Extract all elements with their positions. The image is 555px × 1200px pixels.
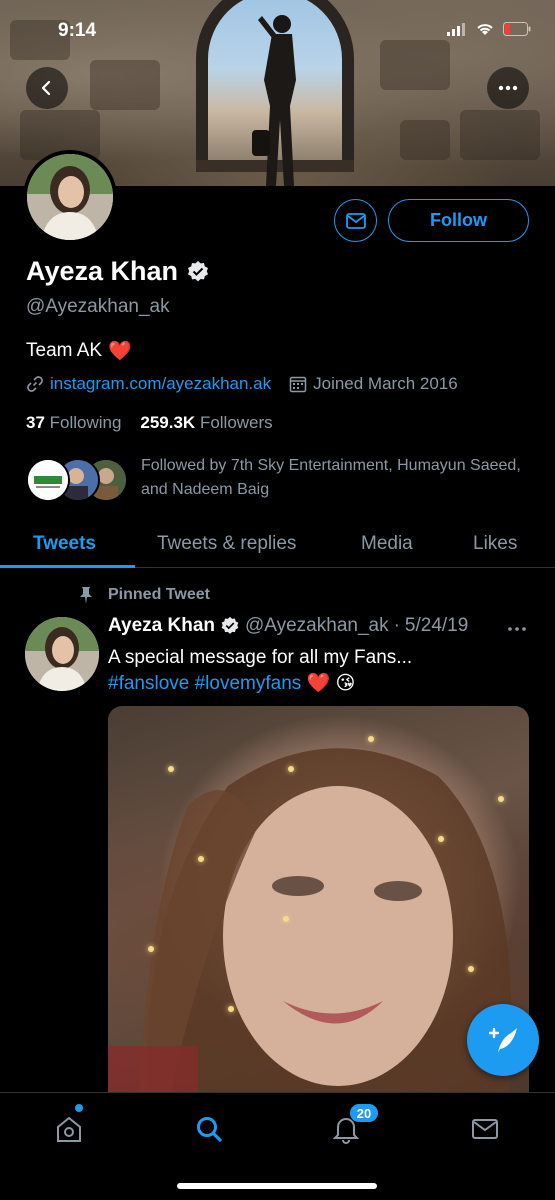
follower-avatar-7thsky: [26, 458, 70, 502]
following-label: Following: [49, 413, 122, 432]
signal-icon: [447, 23, 465, 36]
banner-stone: [400, 120, 450, 160]
profile-name-row: Ayeza Khan: [26, 256, 210, 287]
sparkle: [438, 836, 444, 842]
profile-joined: Joined March 2016: [313, 374, 458, 393]
following-count: 37: [26, 413, 45, 432]
sparkle: [283, 916, 289, 922]
profile-tabs: Tweets Tweets & replies Media Likes: [0, 520, 555, 568]
tweet-author-avatar[interactable]: [25, 617, 99, 691]
tweet-hashtags[interactable]: #fanslove #lovemyfans: [108, 673, 301, 694]
tab-likes[interactable]: Likes: [473, 520, 517, 568]
battery-icon: [503, 22, 531, 36]
wifi-icon: [477, 24, 493, 35]
status-icons: [447, 22, 531, 36]
sparkle: [288, 766, 294, 772]
banner-person-silhouette: [252, 15, 296, 186]
profile-avatar[interactable]: [23, 150, 117, 244]
banner-stone: [380, 40, 450, 90]
tweet-dot: ·: [393, 615, 400, 636]
bio-emoji: ❤️: [108, 341, 132, 362]
profile-bio: Team AK ❤️: [26, 339, 132, 363]
pinned-indicator: Pinned Tweet: [76, 585, 210, 605]
tweet-author-handle: @Ayezakhan_ak: [245, 615, 389, 636]
followers-count: 259.3K: [140, 413, 196, 432]
link-icon: [27, 376, 43, 392]
tweet-date: 5/24/19: [404, 615, 469, 636]
more-icon: [508, 627, 526, 631]
calendar-icon: [289, 376, 307, 393]
followed-by-text[interactable]: Followed by 7th Sky Entertainment, Humay…: [141, 454, 541, 502]
tab-media[interactable]: Media: [361, 520, 413, 568]
bio-text: Team AK: [26, 340, 103, 361]
sparkle: [198, 856, 204, 862]
profile-name: Ayeza Khan: [26, 256, 179, 286]
message-button[interactable]: [334, 199, 377, 242]
followed-by-avatars[interactable]: [26, 458, 136, 502]
sparkle: [368, 736, 374, 742]
more-options-button[interactable]: [487, 67, 529, 109]
home-new-indicator: [75, 1104, 83, 1112]
home-indicator-bar: [177, 1183, 377, 1189]
pinned-label: Pinned Tweet: [108, 586, 210, 603]
compose-icon: [488, 1027, 517, 1053]
profile-handle: @Ayezakhan_ak: [26, 296, 170, 317]
inbox-icon: [472, 1119, 498, 1139]
search-icon: [197, 1117, 222, 1142]
nav-search[interactable]: [189, 1111, 229, 1147]
mail-icon: [345, 212, 366, 229]
tab-tweets-replies[interactable]: Tweets & replies: [157, 520, 296, 568]
tab-tweets[interactable]: Tweets: [33, 520, 96, 568]
tweet-emojis: ❤️ 😘: [306, 673, 356, 694]
home-icon: [57, 1116, 81, 1142]
tweet-text: A special message for all my Fans...: [108, 647, 413, 668]
sparkle: [148, 946, 154, 952]
followers-label: Followers: [199, 413, 273, 432]
sparkle: [498, 796, 504, 802]
back-button[interactable]: [26, 67, 68, 109]
banner-stone: [90, 60, 160, 110]
profile-meta: instagram.com/ayezakhan.ak Joined March …: [26, 374, 458, 394]
sparkle: [468, 966, 474, 972]
active-tab-indicator: [0, 565, 135, 568]
seven-sky-logo-icon: [28, 460, 68, 500]
tweet-media-video[interactable]: [108, 706, 529, 1106]
tweet-header: Ayeza Khan @Ayezakhan_ak · 5/24/19: [108, 615, 468, 637]
profile-website-link[interactable]: instagram.com/ayezakhan.ak: [50, 374, 271, 394]
followers-link[interactable]: 259.3K Followers: [140, 413, 272, 432]
status-time: 9:14: [58, 20, 97, 41]
tweet-author-name[interactable]: Ayeza Khan: [108, 615, 215, 637]
verified-icon: [188, 260, 209, 281]
tweet-more-button[interactable]: [508, 615, 526, 638]
pin-icon: [80, 587, 92, 604]
notifications-badge: 20: [349, 1103, 379, 1123]
avatar-photo: [27, 154, 113, 240]
following-link[interactable]: 37 Following: [26, 413, 121, 432]
nav-messages[interactable]: [465, 1111, 505, 1147]
banner-stone: [460, 110, 540, 160]
more-icon: [498, 85, 518, 91]
compose-tweet-button[interactable]: [467, 1004, 539, 1076]
back-icon: [41, 80, 51, 96]
follow-button[interactable]: Follow: [388, 199, 529, 242]
verified-icon: [221, 616, 239, 634]
sparkle: [168, 766, 174, 772]
nav-home[interactable]: [49, 1111, 89, 1147]
sparkle: [228, 1006, 234, 1012]
tweet-avatar-photo: [25, 617, 99, 691]
tweet-body: A special message for all my Fans... #fa…: [108, 645, 528, 697]
profile-counts: 37 Following 259.3K Followers: [26, 413, 273, 433]
